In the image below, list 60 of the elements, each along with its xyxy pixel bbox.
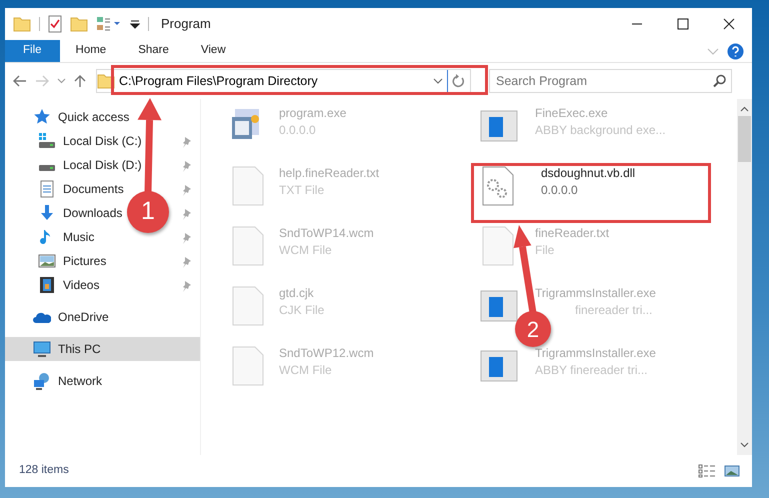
pin-icon — [182, 280, 192, 292]
file-detail: WCM File — [279, 242, 333, 259]
back-icon[interactable] — [13, 75, 27, 87]
view-dropdown-icon[interactable] — [96, 16, 122, 32]
file-detail: File — [535, 242, 556, 259]
file-detail: ABBY background exe... — [535, 122, 666, 139]
drive-icon — [38, 132, 56, 150]
scrollbar-thumb[interactable] — [738, 116, 751, 162]
sidebar-item[interactable]: Network — [58, 372, 102, 390]
file-detail: finereader tri... — [575, 302, 654, 319]
large-icons-view-icon[interactable] — [724, 464, 740, 478]
ribbon-tab[interactable]: Home — [60, 40, 122, 62]
pin-icon — [182, 232, 192, 244]
step-badge: 2 — [515, 311, 551, 347]
close-icon — [723, 18, 735, 30]
file-detail: CJK File — [279, 302, 324, 319]
scrollbar[interactable] — [737, 99, 752, 455]
pin-icon — [182, 208, 192, 220]
maximize-icon — [677, 18, 689, 30]
sidebar-item[interactable]: Videos — [63, 276, 100, 294]
film-icon — [38, 276, 56, 294]
pin-icon — [182, 256, 192, 268]
sidebar-item[interactable]: Local Disk (D:) — [63, 156, 142, 174]
search-field[interactable]: Search Program — [489, 69, 732, 93]
sidebar-item[interactable]: Local Disk (C:) — [63, 132, 142, 150]
item-count: 128 items — [19, 463, 69, 478]
pin-icon — [182, 184, 192, 196]
recent-dropdown-icon[interactable] — [57, 77, 66, 85]
pictures-icon — [38, 252, 56, 270]
computer-icon — [33, 340, 51, 358]
star-icon — [33, 108, 51, 126]
sidebar-item[interactable]: Pictures — [63, 252, 106, 270]
sidebar-item[interactable]: Quick access — [58, 108, 130, 126]
pin-icon — [182, 160, 192, 172]
file-name[interactable]: dsdoughnut.vb.dll — [541, 165, 636, 181]
help-icon[interactable] — [727, 42, 744, 60]
details-view-icon[interactable] — [698, 464, 716, 478]
document-icon — [38, 180, 56, 198]
properties-icon[interactable] — [48, 15, 62, 33]
sidebar-item[interactable]: Music — [63, 228, 94, 246]
ribbon-tab[interactable]: Share — [122, 40, 185, 62]
ribbon-tab[interactable]: File — [5, 40, 60, 62]
ribbon-tab[interactable]: View — [184, 40, 242, 62]
sidebar-item[interactable]: This PC — [58, 340, 101, 358]
file-detail: TXT File — [279, 182, 326, 199]
download-icon — [38, 204, 56, 222]
sidebar-item[interactable]: Documents — [63, 180, 124, 198]
file-detail: 0.0.0.0 — [279, 122, 317, 139]
up-icon[interactable] — [74, 74, 86, 88]
sidebar-item[interactable]: Downloads — [63, 204, 122, 222]
file-detail: 0.0.0.0 — [541, 182, 579, 199]
file-detail: ABBY finereader tri... — [535, 362, 648, 379]
window-title: Program — [161, 15, 211, 34]
step-badge: 1 — [127, 191, 169, 233]
pin-icon — [182, 136, 192, 148]
folder-icon — [13, 15, 31, 33]
file-detail: WCM File — [279, 362, 333, 379]
sidebar-item[interactable]: OneDrive — [58, 308, 109, 326]
network-icon — [33, 372, 51, 390]
address-bar[interactable]: C:\Program Files\Program Directory — [96, 69, 471, 93]
